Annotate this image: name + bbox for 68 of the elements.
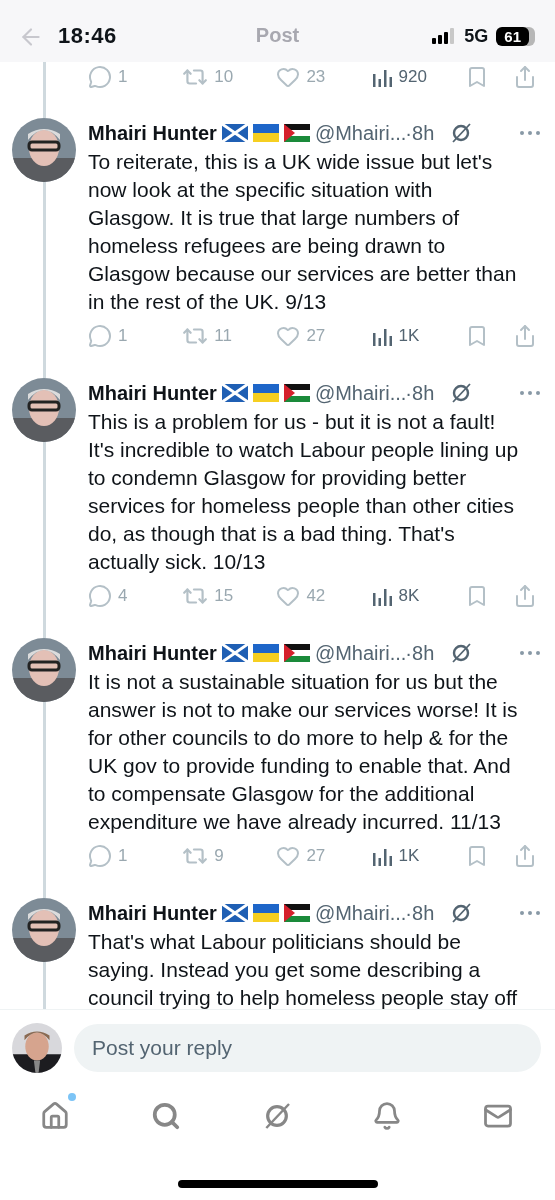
- author-handle[interactable]: @Mhairi...: [314, 381, 407, 405]
- slashed-circle-icon[interactable]: [449, 381, 474, 405]
- signal-icon: [432, 28, 457, 44]
- author-name[interactable]: Mhairi Hunter: [88, 381, 217, 405]
- more-icon[interactable]: [519, 650, 541, 656]
- author-handle[interactable]: @Mhairi...: [314, 641, 407, 665]
- post-text: That's what Labour politicians should be saying. Instead you get some describing a council trying to help homeless people stay off: [88, 929, 519, 1009]
- repost-count: 9: [214, 846, 224, 866]
- repost-count: 15: [214, 586, 234, 606]
- post-text: It is not a sustainable situation for us but the answer is not to make our services worse! It is for other councils to do more to help & for the UK gov to provide funding to enable that. And to compensate Glasgow for the additional expenditure we have already incurred. 11/13: [88, 669, 519, 835]
- like-icon[interactable]: [276, 324, 301, 348]
- repost-count: 11: [214, 326, 232, 346]
- author-handle[interactable]: @Mhairi...: [314, 901, 407, 925]
- view-count: 920: [398, 67, 427, 87]
- slashed-circle-icon[interactable]: [449, 121, 474, 145]
- more-icon[interactable]: [519, 910, 541, 916]
- view-count: 8K: [398, 586, 420, 606]
- author-handle[interactable]: @Mhairi...: [314, 121, 407, 145]
- like-icon[interactable]: [276, 65, 301, 89]
- like-count: 27: [306, 846, 326, 866]
- flag-icon: [221, 644, 248, 662]
- flag-icon: [283, 384, 310, 402]
- author-name[interactable]: Mhairi Hunter: [88, 901, 217, 925]
- flag-icon: [252, 644, 279, 662]
- reply-count: 1: [118, 67, 128, 87]
- like-count: 42: [306, 586, 326, 606]
- reply-count: 1: [118, 326, 128, 346]
- flag-icon: [221, 904, 248, 922]
- reply-icon[interactable]: [88, 844, 112, 868]
- flag-icon: [283, 124, 310, 142]
- view-count: 1K: [398, 846, 420, 866]
- reply-count: 1: [118, 846, 128, 866]
- bell-icon[interactable]: [372, 1101, 403, 1131]
- like-count: 23: [306, 67, 326, 87]
- reply-icon[interactable]: [88, 584, 112, 608]
- flag-icon: [252, 124, 279, 142]
- like-icon[interactable]: [276, 844, 301, 868]
- more-icon[interactable]: [519, 390, 541, 396]
- post-time: ·8h: [405, 641, 435, 665]
- post-time: ·8h: [405, 901, 435, 925]
- more-icon[interactable]: [519, 130, 541, 136]
- reply-icon[interactable]: [88, 324, 112, 348]
- like-count: 27: [306, 326, 326, 346]
- slashed-circle-icon[interactable]: [449, 641, 474, 665]
- author-name[interactable]: Mhairi Hunter: [88, 121, 217, 145]
- flag-icon: [221, 384, 248, 402]
- reply-count: 4: [118, 586, 128, 606]
- slashed-circle-icon[interactable]: [449, 901, 474, 925]
- clock: 18:46: [58, 23, 117, 49]
- post-text: To reiterate, this is a UK wide issue but let's now look at the specific situation with Glasgow. It is true that large numbers of homeless refugees are being drawn to Glasgow because our services are better than in the rest of the UK. 9/13: [88, 149, 518, 315]
- flag-icon: [252, 384, 279, 402]
- reply-icon[interactable]: [88, 65, 112, 89]
- page-title: Post: [255, 24, 300, 47]
- flag-icon: [252, 904, 279, 922]
- flag-icon: [283, 644, 310, 662]
- like-icon[interactable]: [276, 584, 301, 608]
- author-name[interactable]: Mhairi Hunter: [88, 641, 217, 665]
- search-icon[interactable]: [150, 1101, 181, 1131]
- post-time: ·8h: [405, 381, 435, 405]
- post-time: ·8h: [405, 121, 435, 145]
- flag-icon: [283, 904, 310, 922]
- view-count: 1K: [398, 326, 420, 346]
- home-icon[interactable]: [40, 1101, 70, 1131]
- repost-count: 10: [214, 67, 234, 87]
- reply-field[interactable]: Post your reply: [74, 1023, 541, 1072]
- flag-icon: [221, 124, 248, 142]
- post-text: This is a problem for us - but it is not a fault! It's incredible to watch Labour people lining up to condemn Glasgow for providing better services for homeless people than other cities do, as though that is a bad thing. That's actually sick. 10/13: [88, 409, 520, 575]
- network-label: 5G: [464, 25, 489, 47]
